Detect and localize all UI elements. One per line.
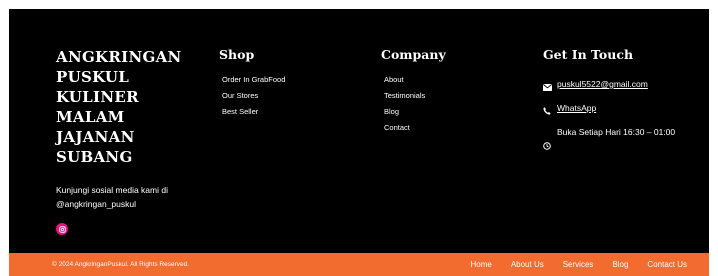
company-link-label[interactable]: Blog [384, 107, 399, 116]
contact-hours: Buka Setiap Hari 16:30 – 01:00 [543, 125, 703, 150]
brand-title: ANGKRINGAN PUSKUL KULINER MALAM JAJANAN … [56, 48, 182, 166]
shop-heading: Shop [219, 47, 255, 62]
shop-column: Shop Order In GrabFood Our Stores Best S… [219, 47, 285, 124]
bottom-nav: Home About Us Services Blog Contact Us [451, 260, 687, 270]
company-link-label[interactable]: About [384, 75, 404, 84]
envelope-icon [543, 81, 552, 95]
company-column: Company About Testimonials Blog Contact [381, 47, 446, 140]
contact-heading: Get In Touch [543, 47, 634, 62]
nav-link-services[interactable]: Services [563, 260, 594, 270]
company-links: About Testimonials Blog Contact [381, 76, 446, 132]
contact-email: puskul5522@gmail.com [543, 77, 703, 91]
whatsapp-link[interactable]: WhatsApp [557, 103, 596, 113]
nav-link-blog[interactable]: Blog [612, 260, 628, 270]
brand-description: Kunjungi sosial media kami di @angkringa… [56, 185, 168, 209]
shop-links: Order In GrabFood Our Stores Best Seller [219, 76, 285, 116]
bottom-bar: © 2024 AngkringanPuskul. All Rights Rese… [9, 253, 709, 276]
phone-icon [543, 105, 551, 119]
brand-column: ANGKRINGAN PUSKUL KULINER MALAM JAJANAN … [56, 47, 206, 235]
opening-hours: Buka Setiap Hari 16:30 – 01:00 [557, 127, 676, 137]
shop-link-grabfood[interactable]: Order In GrabFood [222, 76, 285, 84]
shop-link-our-stores[interactable]: Our Stores [222, 92, 285, 100]
company-link-contact[interactable]: Contact [384, 124, 446, 132]
shop-link-best-seller[interactable]: Best Seller [222, 108, 285, 116]
clock-icon [543, 140, 551, 154]
instagram-icon[interactable] [56, 223, 68, 235]
company-link-about[interactable]: About [384, 76, 446, 84]
shop-link-label[interactable]: Order In GrabFood [222, 75, 285, 84]
company-heading: Company [381, 47, 446, 62]
company-link-label[interactable]: Contact [384, 123, 410, 132]
contact-whatsapp: WhatsApp [543, 101, 703, 115]
shop-link-label[interactable]: Best Seller [222, 107, 258, 116]
nav-link-home[interactable]: Home [470, 260, 491, 270]
company-link-label[interactable]: Testimonials [384, 91, 425, 100]
email-link[interactable]: puskul5522@gmail.com [557, 79, 648, 89]
site-footer: ANGKRINGAN PUSKUL KULINER MALAM JAJANAN … [9, 9, 709, 267]
nav-link-contact-us[interactable]: Contact Us [647, 260, 687, 270]
copyright-text: © 2024 AngkringanPuskul. All Rights Rese… [52, 261, 190, 268]
shop-link-label[interactable]: Our Stores [222, 91, 258, 100]
nav-link-about-us[interactable]: About Us [511, 260, 544, 270]
company-link-blog[interactable]: Blog [384, 108, 446, 116]
contact-column: Get In Touch puskul5522@gmail.com WhatsA… [543, 47, 703, 150]
company-link-testimonials[interactable]: Testimonials [384, 92, 446, 100]
